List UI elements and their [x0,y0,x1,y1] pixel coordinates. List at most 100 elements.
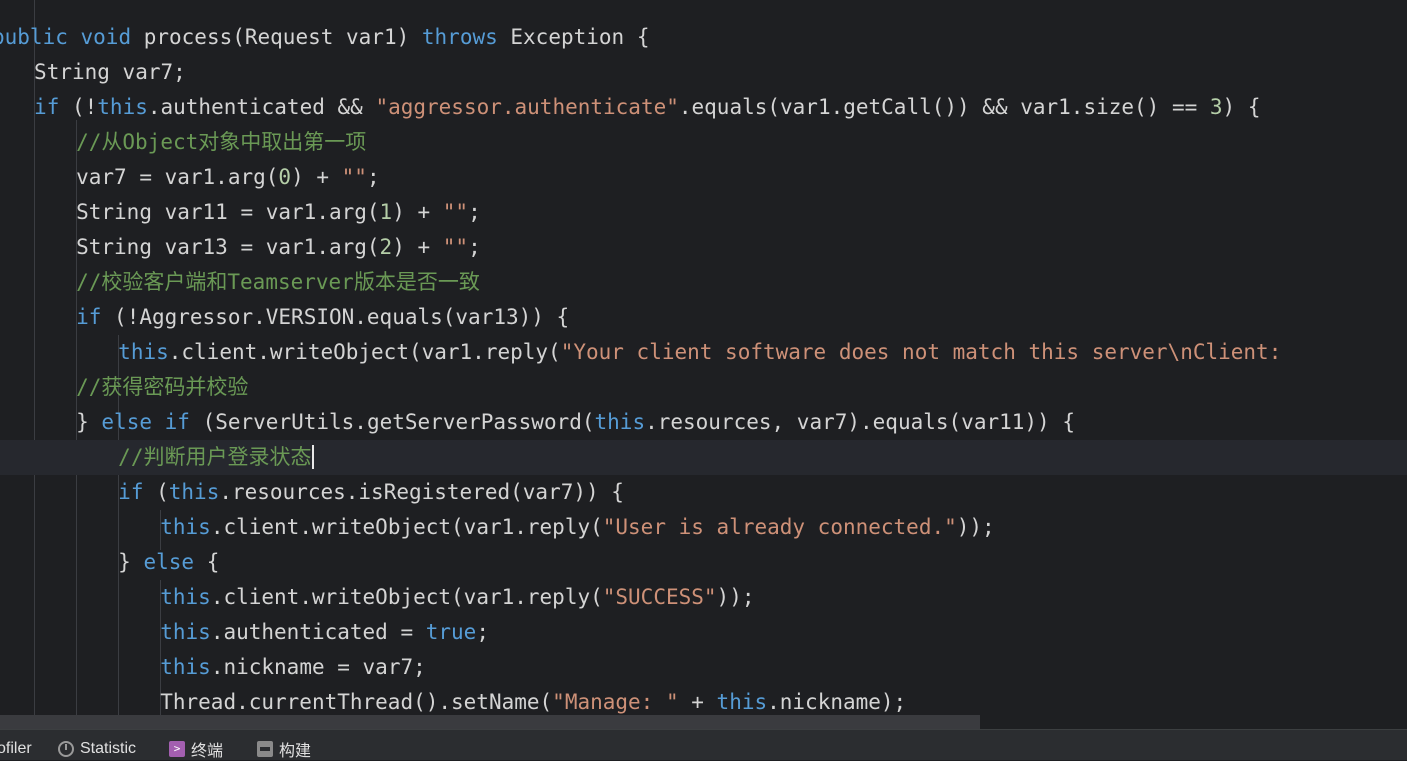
code-token: .client.writeObject(var1.reply( [210,515,603,539]
code-token: .nickname); [767,690,907,714]
code-token: ; [468,235,481,259]
tool-profiler[interactable]: ofiler [0,738,32,760]
code-token: .authenticated && [147,95,376,119]
code-token: this [118,340,169,364]
code-editor[interactable]: public void process(Request var1) throws… [0,0,1407,715]
code-token: this [594,410,646,434]
code-token: if [118,480,144,504]
code-line[interactable]: if (!Aggressor.VERSION.equals(var13)) { [0,300,1407,335]
code-token: throws [421,25,498,49]
code-token: .authenticated = [210,620,426,644]
code-line[interactable]: if (this.resources.isRegistered(var7)) { [0,475,1407,510]
code-token: (!Aggressor.VERSION.equals(var13)) { [101,305,570,329]
tool-terminal[interactable]: > 终端 [169,738,223,760]
code-token: ; [366,165,380,189]
code-line-text: public void process(Request var1) throws… [0,20,649,55]
tool-build[interactable]: 构建 [257,738,311,760]
code-token: else [143,550,195,574]
code-line-text: String var13 = var1.arg(2) + ""; [76,230,481,265]
code-token: if [164,410,190,434]
code-token: "User is already connected." [602,515,957,539]
code-token: var7 = var1.arg( [76,165,279,189]
code-token: )); [956,515,995,539]
tool-window-bar: ofiler Statistic > 终端 构建 [0,729,1407,760]
code-line-text: this.authenticated = true; [160,615,489,650]
code-token: String var7; [34,60,186,84]
clock-icon [58,741,74,757]
code-line[interactable]: this.client.writeObject(var1.reply("Your… [0,335,1407,370]
code-token: if [34,95,60,119]
code-token: else [101,410,152,434]
code-token: this [160,655,211,679]
code-token: )); [716,585,755,609]
code-token: //获得密码并校验 [76,375,249,399]
code-token: this [160,585,211,609]
tool-label: 构建 [279,743,312,760]
code-line-text: } else { [118,545,219,580]
code-line[interactable]: //从Object对象中取出第一项 [0,125,1407,160]
code-line[interactable]: String var13 = var1.arg(2) + ""; [0,230,1407,265]
code-line-text: //从Object对象中取出第一项 [76,125,366,160]
horizontal-scrollbar[interactable] [0,715,1407,729]
code-line-text: String var7; [34,55,186,90]
code-line[interactable]: var7 = var1.arg(0) + ""; [0,160,1407,195]
scrollbar-thumb[interactable] [0,715,980,729]
code-line[interactable]: String var11 = var1.arg(1) + ""; [0,195,1407,230]
code-token: (ServerUtils.getServerPassword( [189,410,595,434]
code-token: this [160,515,211,539]
code-token: String var11 = var1.arg( [76,200,380,224]
code-token: this [716,690,768,714]
code-token: //校验客户端和Teamserver版本是否一致 [76,270,480,294]
code-line[interactable]: this.authenticated = true; [0,615,1407,650]
code-token: "" [341,165,367,189]
code-token: 1 [379,200,393,224]
code-line[interactable]: this.nickname = var7; [0,650,1407,685]
tool-label: Statistic [80,740,137,757]
code-line-text: var7 = var1.arg(0) + ""; [76,160,379,195]
code-line-text: if (this.resources.isRegistered(var7)) { [118,475,624,510]
code-token: ) { [1222,95,1261,119]
code-token: (! [59,95,98,119]
code-token: ; [468,200,481,224]
code-token: ( [143,480,169,504]
code-line[interactable]: String var7; [0,55,1407,90]
tool-statistic[interactable]: Statistic [58,738,136,760]
code-token: if [76,305,102,329]
code-token: "SUCCESS" [602,585,717,609]
code-token: ) + [291,165,342,189]
code-line-text: this.client.writeObject(var1.reply("User… [160,510,994,545]
code-line[interactable]: Thread.currentThread().setName("Manage: … [0,685,1407,715]
code-line-text: if (!Aggressor.VERSION.equals(var13)) { [76,300,569,335]
code-line[interactable]: } else { [0,545,1407,580]
code-line[interactable]: if (!this.authenticated && "aggressor.au… [0,90,1407,125]
code-token: Thread.currentThread().setName( [160,690,553,714]
code-line[interactable]: //校验客户端和Teamserver版本是否一致 [0,265,1407,300]
code-line[interactable]: public void process(Request var1) throws… [0,20,1407,55]
code-token: 3 [1209,95,1223,119]
code-token: "Your client software does not match thi… [560,340,1282,364]
code-line[interactable]: this.client.writeObject(var1.reply("User… [0,510,1407,545]
code-token: 0 [278,165,292,189]
code-line-text: //校验客户端和Teamserver版本是否一致 [76,265,480,300]
code-line[interactable]: //获得密码并校验 [0,370,1407,405]
code-token: "Manage: " [552,690,679,714]
code-line-text: this.nickname = var7; [160,650,426,685]
code-token: ) + [392,200,443,224]
code-token: .equals(var1.getCall()) && var1.size() =… [678,95,1210,119]
code-token: process(Request var1) [131,25,422,49]
code-token: .nickname = var7; [210,655,426,679]
code-token: this [168,480,220,504]
code-token: ; [476,620,489,644]
code-line[interactable]: } else if (ServerUtils.getServerPassword… [0,405,1407,440]
tool-label: 终端 [191,743,224,760]
code-token: Exception { [497,25,650,49]
code-line[interactable]: //判断用户登录状态 [0,440,1407,475]
code-line-text: if (!this.authenticated && "aggressor.au… [34,90,1260,125]
code-line[interactable]: this.client.writeObject(var1.reply("SUCC… [0,580,1407,615]
code-token: + [678,690,717,714]
code-line-text: this.client.writeObject(var1.reply("Your… [118,335,1281,370]
code-line-text: //获得密码并校验 [76,370,248,405]
code-token: 2 [379,235,393,259]
